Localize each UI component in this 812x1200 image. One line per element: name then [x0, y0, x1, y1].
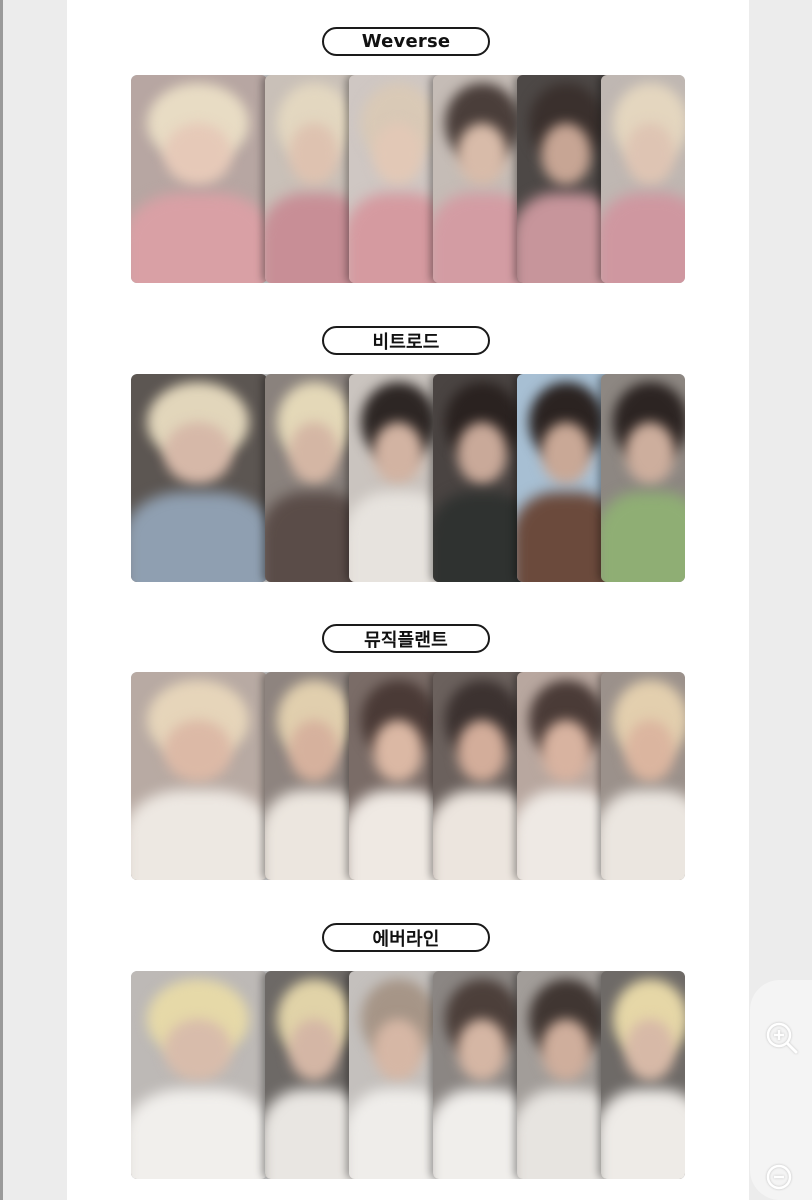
photocard-face: [289, 1019, 339, 1081]
photocard: [601, 75, 685, 283]
photocard: [131, 374, 267, 582]
zoom-in-icon: [766, 1022, 798, 1054]
photocard-face: [163, 720, 232, 782]
photocard-face: [457, 1019, 507, 1081]
photocard-face: [457, 422, 507, 484]
photocard: [601, 672, 685, 880]
zoom-controls: [750, 980, 812, 1200]
zoom-in-button[interactable]: [764, 1020, 800, 1056]
photocard-strip: [131, 374, 685, 582]
photocard: [131, 75, 267, 283]
photocard-face: [625, 1019, 675, 1081]
photocard-face: [625, 720, 675, 782]
window-edge: [0, 0, 3, 1200]
photocard-face: [625, 422, 675, 484]
photocard-face: [541, 123, 591, 185]
photocard-face: [373, 1019, 423, 1081]
photocard-face: [373, 422, 423, 484]
photocard-face: [289, 720, 339, 782]
photocard-face: [289, 422, 339, 484]
photocard-body: [601, 492, 685, 582]
photocard-body: [131, 790, 267, 880]
section-label-pill: 뮤직플랜트: [322, 624, 490, 653]
photocard-face: [163, 1019, 232, 1081]
section-label-pill: Weverse: [322, 27, 490, 56]
photocard-body: [601, 790, 685, 880]
photocard-face: [373, 123, 423, 185]
photocard-body: [601, 1089, 685, 1179]
photocard: [131, 672, 267, 880]
photocard-face: [541, 1019, 591, 1081]
photocard: [601, 374, 685, 582]
photocard-face: [457, 123, 507, 185]
photocard-face: [625, 123, 675, 185]
photocard-face: [163, 123, 232, 185]
photocard-body: [601, 193, 685, 283]
zoom-out-button[interactable]: [764, 1162, 800, 1198]
photocard-body: [131, 492, 267, 582]
photocard-face: [373, 720, 423, 782]
photocard-face: [163, 422, 232, 484]
photocard: [601, 971, 685, 1179]
photocard-body: [131, 193, 267, 283]
photocard-face: [289, 123, 339, 185]
photocard: [131, 971, 267, 1179]
photocard-strip: [131, 672, 685, 880]
section-label-pill: 에버라인: [322, 923, 490, 952]
photocard-face: [457, 720, 507, 782]
photocard-body: [131, 1089, 267, 1179]
photocard-strip: [131, 75, 685, 283]
zoom-out-icon: [766, 1164, 792, 1190]
section-label-pill: 비트로드: [322, 326, 490, 355]
content-page: Weverse 비트로드 뮤직플랜트 에버라인: [67, 0, 749, 1200]
photocard-face: [541, 720, 591, 782]
photocard-face: [541, 422, 591, 484]
photocard-strip: [131, 971, 685, 1179]
